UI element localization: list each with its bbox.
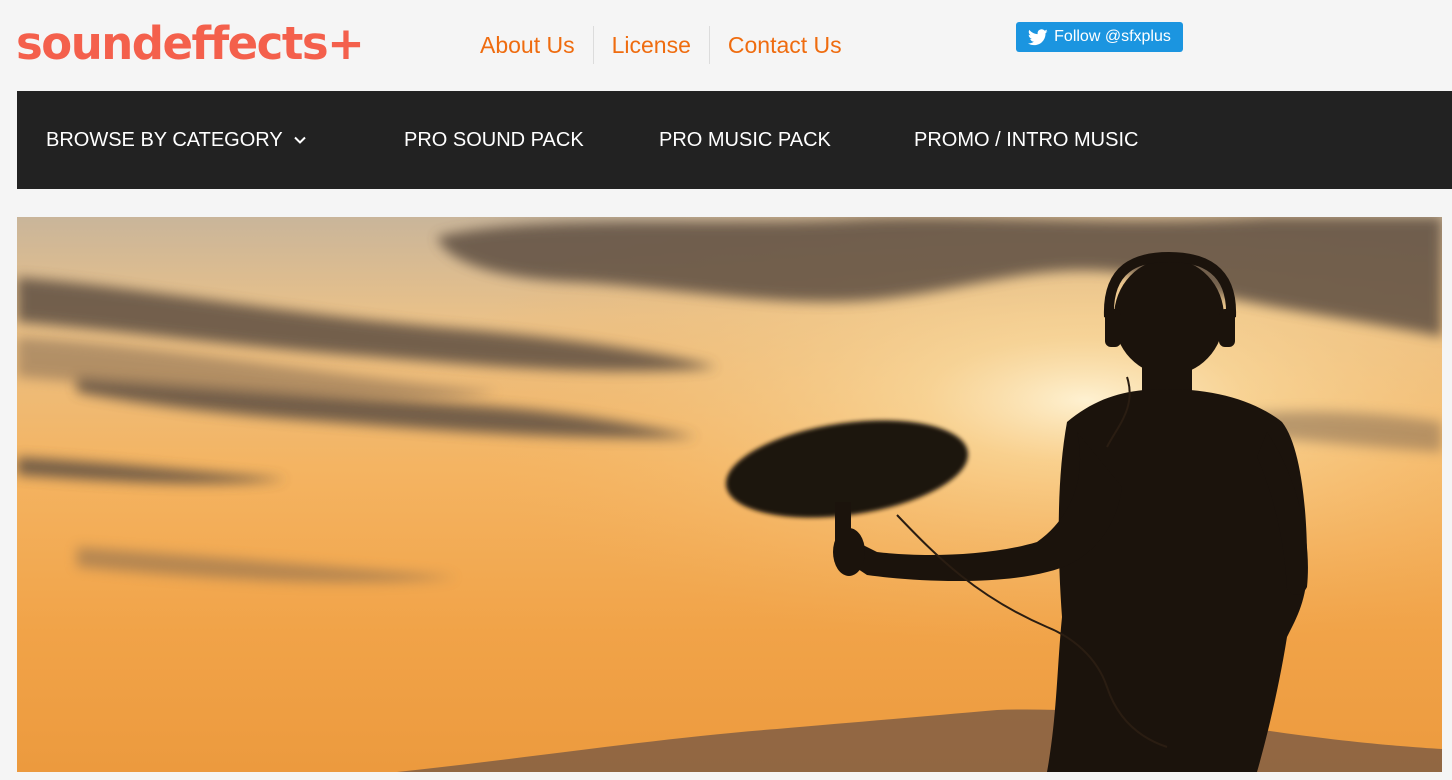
license-link[interactable]: License bbox=[592, 26, 709, 64]
nav-pro-sound-pack[interactable]: PRO SOUND PACK bbox=[404, 91, 584, 189]
hero-image bbox=[17, 217, 1442, 772]
nav-promo-intro-music[interactable]: PROMO / INTRO MUSIC bbox=[914, 91, 1138, 189]
chevron-down-icon bbox=[293, 135, 307, 145]
nav-label: BROWSE BY CATEGORY bbox=[46, 128, 283, 151]
nav-pro-music-pack[interactable]: PRO MUSIC PACK bbox=[659, 91, 831, 189]
nav-browse-by-category[interactable]: BROWSE BY CATEGORY bbox=[46, 91, 307, 189]
about-us-link[interactable]: About Us bbox=[462, 26, 593, 64]
twitter-follow-button[interactable]: Follow @sfxplus bbox=[1016, 22, 1183, 52]
main-nav: BROWSE BY CATEGORY PRO SOUND PACK PRO MU… bbox=[17, 91, 1452, 189]
sunset-recordist-illustration bbox=[17, 217, 1442, 772]
top-links: About Us License Contact Us bbox=[462, 26, 860, 64]
nav-label: PRO SOUND PACK bbox=[404, 128, 584, 151]
page: soundeffects+ About Us License Contact U… bbox=[0, 0, 1452, 780]
site-logo[interactable]: soundeffects+ bbox=[16, 14, 365, 74]
nav-label: PROMO / INTRO MUSIC bbox=[914, 128, 1139, 151]
follow-label: Follow @sfxplus bbox=[1054, 28, 1171, 45]
twitter-bird-icon bbox=[1028, 28, 1048, 45]
nav-label: PRO MUSIC PACK bbox=[659, 128, 831, 151]
contact-us-link[interactable]: Contact Us bbox=[708, 26, 860, 64]
